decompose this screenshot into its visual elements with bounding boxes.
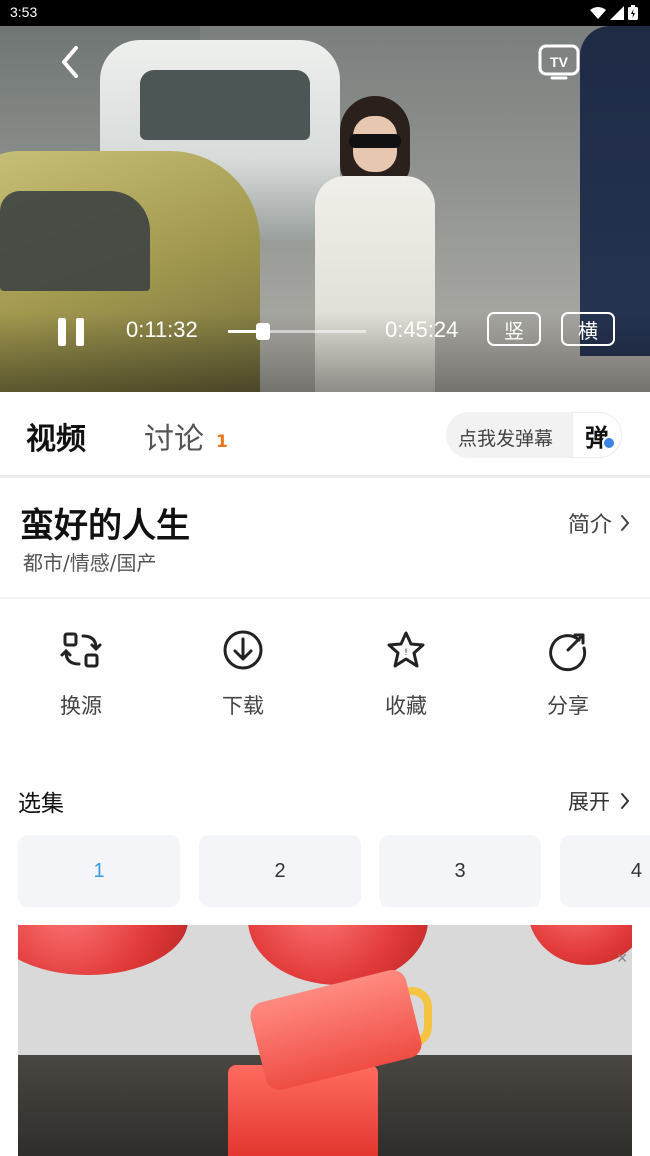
- duration: 0:45:24: [385, 317, 459, 342]
- seek-bar-handle[interactable]: [256, 323, 271, 340]
- chevron-left-icon: [62, 46, 78, 78]
- episode-item[interactable]: 1: [18, 835, 180, 907]
- show-info: 蛮好的人生 都市/情感/国产 简介: [0, 481, 650, 599]
- episode-item[interactable]: 3: [379, 835, 541, 907]
- cast-tv-button[interactable]: TV: [537, 43, 581, 81]
- share-button[interactable]: 分享: [508, 620, 628, 720]
- show-genre: 都市/情感/国产: [23, 551, 157, 575]
- svg-text:!: !: [405, 647, 408, 657]
- episode-list: 1 2 3 4: [0, 835, 650, 909]
- expand-label: 展开: [568, 790, 610, 814]
- tab-discussion[interactable]: 讨论: [144, 414, 204, 458]
- status-bar: 3:53: [0, 0, 650, 26]
- danmu-input[interactable]: 点我发弹幕 弹: [446, 412, 622, 458]
- tv-cast-icon: TV: [538, 44, 580, 80]
- tab-video[interactable]: 视频: [26, 414, 86, 458]
- episode-header: 选集 展开: [0, 780, 650, 820]
- wifi-icon: [590, 6, 606, 19]
- pause-button[interactable]: [56, 316, 88, 348]
- download-button[interactable]: 下载: [183, 620, 303, 720]
- expand-episodes-button[interactable]: 展开: [568, 786, 630, 816]
- show-title: 蛮好的人生: [20, 506, 190, 546]
- action-label: 收藏: [385, 694, 427, 718]
- intro-link[interactable]: 简介: [568, 507, 630, 539]
- favorite-star-icon: !: [387, 631, 425, 668]
- action-label: 下载: [222, 694, 264, 718]
- video-frame-man: [580, 26, 650, 356]
- switch-source-icon: [60, 632, 102, 668]
- signal-icon: [610, 5, 624, 20]
- episode-item[interactable]: 4: [560, 835, 650, 907]
- share-icon: [549, 633, 587, 672]
- download-icon: [223, 630, 263, 670]
- chevron-right-icon: [621, 793, 630, 809]
- intro-label: 简介: [567, 513, 612, 538]
- player-controls: 0:11:32 0:45:24 竖 横: [0, 312, 650, 352]
- danmu-placeholder: 点我发弹幕: [458, 428, 554, 450]
- ad-banner[interactable]: ✕: [18, 925, 632, 1156]
- current-time: 0:11:32: [126, 317, 198, 342]
- action-label: 分享: [547, 694, 589, 718]
- action-label: 换源: [60, 694, 102, 718]
- content-tabs: 视频 讨论 1 点我发弹幕 弹: [0, 392, 650, 478]
- portrait-mode-button[interactable]: 竖: [487, 312, 541, 346]
- status-time: 3:53: [10, 4, 38, 20]
- chevron-right-icon: [621, 515, 630, 531]
- episode-item[interactable]: 2: [199, 835, 361, 907]
- episode-section-title: 选集: [18, 791, 64, 817]
- svg-text:TV: TV: [550, 54, 569, 70]
- action-bar: 换源 下载 ! 收藏 分享: [0, 620, 650, 730]
- favorite-button[interactable]: ! 收藏: [346, 620, 466, 720]
- back-button[interactable]: [52, 44, 88, 80]
- danmu-toggle-button[interactable]: 弹: [572, 412, 622, 458]
- switch-source-button[interactable]: 换源: [21, 620, 141, 720]
- discussion-count-badge: 1: [216, 432, 228, 452]
- check-badge-icon: [602, 436, 616, 450]
- seek-bar[interactable]: [228, 323, 366, 340]
- landscape-mode-button[interactable]: 横: [561, 312, 615, 346]
- battery-icon: [628, 5, 638, 20]
- ad-close-icon[interactable]: ✕: [616, 951, 628, 967]
- status-icons: [590, 5, 638, 20]
- ad-balloon: [18, 925, 188, 975]
